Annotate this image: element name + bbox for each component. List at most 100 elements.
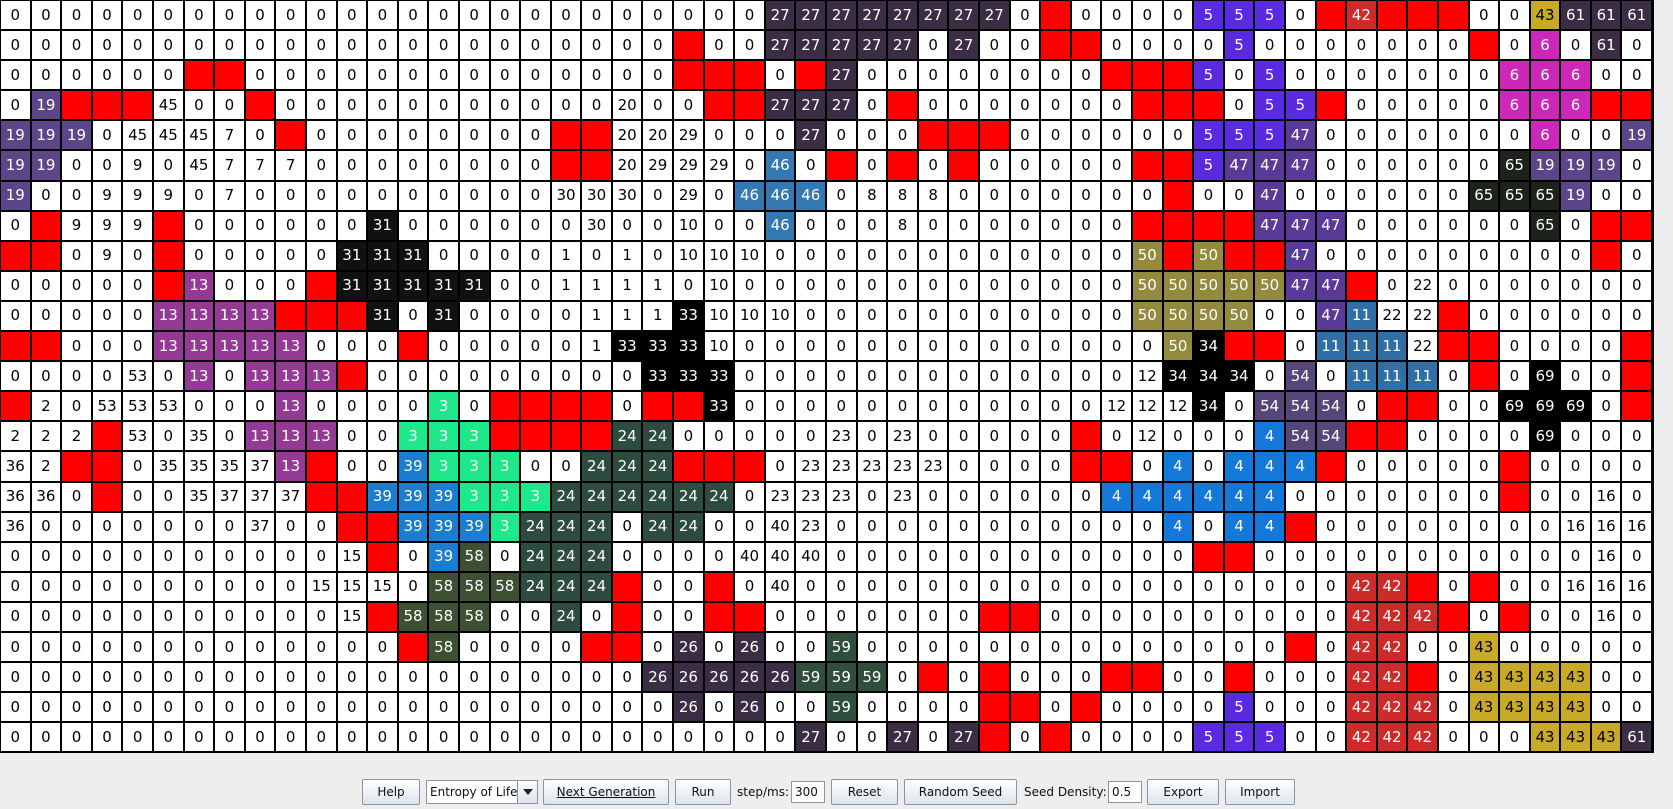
grid-cell[interactable]: 0 (642, 601, 674, 632)
grid-cell[interactable]: 0 (367, 331, 398, 362)
grid-cell[interactable]: 50 (1254, 270, 1285, 301)
grid-cell[interactable]: 0 (1621, 421, 1653, 452)
grid-cell[interactable]: 0 (489, 331, 521, 362)
grid-cell[interactable]: 0 (1499, 421, 1530, 452)
grid-cell[interactable] (1131, 662, 1163, 693)
grid-cell[interactable]: 0 (1437, 90, 1469, 121)
grid-cell[interactable]: 0 (1621, 692, 1653, 723)
grid-cell[interactable]: 0 (826, 270, 857, 301)
grid-cell[interactable]: 7 (214, 180, 245, 211)
grid-cell[interactable]: 39 (428, 541, 459, 572)
grid-cell[interactable]: 0 (1070, 300, 1102, 332)
grid-cell[interactable] (1621, 90, 1653, 121)
grid-cell[interactable]: 0 (91, 270, 123, 301)
grid-cell[interactable]: 0 (489, 30, 521, 61)
grid-cell[interactable]: 13 (275, 391, 306, 422)
grid-cell[interactable] (122, 90, 153, 121)
grid-cell[interactable]: 0 (734, 511, 765, 542)
grid-cell[interactable]: 0 (244, 210, 276, 241)
grid-cell[interactable]: 0 (856, 270, 888, 301)
grid-cell[interactable]: 0 (826, 541, 857, 572)
grid-cell[interactable]: 0 (1101, 0, 1132, 31)
grid-cell[interactable]: 69 (1529, 391, 1561, 422)
grid-cell[interactable]: 0 (1131, 722, 1163, 753)
grid-cell[interactable]: 0 (795, 692, 827, 723)
grid-cell[interactable]: 0 (428, 692, 459, 723)
grid-cell[interactable]: 0 (244, 571, 276, 602)
import-button[interactable]: Import (1225, 779, 1295, 805)
grid-cell[interactable]: 6 (1560, 60, 1591, 91)
grid-cell[interactable] (1254, 240, 1285, 271)
grid-cell[interactable]: 0 (244, 0, 276, 31)
grid-cell[interactable]: 0 (887, 300, 918, 332)
grid-cell[interactable]: 0 (305, 541, 337, 572)
grid-cell[interactable]: 0 (336, 120, 368, 151)
grid-cell[interactable]: 0 (458, 692, 490, 723)
grid-cell[interactable] (887, 90, 918, 121)
grid-cell[interactable] (520, 421, 551, 452)
grid-cell[interactable]: 5 (1193, 60, 1224, 91)
grid-cell[interactable]: 0 (856, 421, 888, 452)
grid-cell[interactable] (1131, 210, 1163, 241)
grid-cell[interactable] (917, 662, 949, 693)
grid-cell[interactable]: 12 (1162, 391, 1194, 422)
grid-cell[interactable]: 0 (979, 511, 1010, 542)
grid-cell[interactable] (214, 60, 245, 91)
grid-cell[interactable]: 0 (520, 60, 551, 91)
grid-cell[interactable]: 0 (122, 631, 153, 663)
grid-cell[interactable]: 0 (152, 421, 184, 452)
grid-cell[interactable]: 9 (91, 210, 123, 241)
grid-cell[interactable]: 0 (1590, 270, 1622, 301)
grid-cell[interactable]: 0 (1529, 240, 1561, 271)
grid-cell[interactable] (1223, 210, 1255, 241)
grid-cell[interactable]: 0 (244, 240, 276, 271)
grid-cell[interactable]: 37 (244, 481, 276, 512)
grid-cell[interactable]: 2 (0, 421, 31, 452)
grid-cell[interactable]: 0 (397, 120, 429, 151)
grid-cell[interactable]: 0 (1437, 150, 1469, 181)
grid-cell[interactable]: 0 (1131, 601, 1163, 632)
grid-cell[interactable]: 0 (581, 240, 612, 271)
grid-cell[interactable] (703, 60, 735, 91)
grid-cell[interactable]: 61 (1590, 0, 1622, 31)
grid-cell[interactable]: 54 (1254, 391, 1285, 422)
grid-cell[interactable] (91, 421, 123, 452)
grid-cell[interactable]: 0 (1009, 331, 1041, 362)
grid-cell[interactable]: 0 (0, 631, 31, 663)
grid-cell[interactable]: 0 (979, 631, 1010, 663)
grid-cell[interactable] (336, 481, 368, 512)
grid-cell[interactable]: 0 (305, 30, 337, 61)
grid-cell[interactable]: 0 (458, 90, 490, 121)
grid-cell[interactable]: 3 (428, 391, 459, 422)
grid-cell[interactable]: 0 (91, 300, 123, 332)
grid-cell[interactable]: 0 (1621, 451, 1653, 482)
grid-cell[interactable] (1346, 270, 1377, 301)
grid-cell[interactable]: 1 (642, 300, 674, 332)
grid-cell[interactable]: 0 (0, 571, 31, 602)
grid-cell[interactable]: 0 (1376, 511, 1408, 542)
grid-cell[interactable]: 0 (122, 481, 153, 512)
grid-cell[interactable]: 35 (152, 451, 184, 482)
grid-cell[interactable]: 0 (1162, 421, 1194, 452)
grid-cell[interactable]: 24 (703, 481, 735, 512)
grid-cell[interactable]: 0 (948, 180, 979, 211)
grid-cell[interactable]: 0 (1009, 541, 1041, 572)
grid-cell[interactable]: 0 (397, 722, 429, 753)
grid-cell[interactable]: 0 (458, 631, 490, 663)
grid-cell[interactable]: 23 (856, 451, 888, 482)
grid-cell[interactable]: 0 (214, 210, 245, 241)
grid-cell[interactable]: 24 (581, 541, 612, 572)
grid-cell[interactable]: 0 (1529, 270, 1561, 301)
grid-cell[interactable]: 0 (305, 180, 337, 211)
grid-cell[interactable]: 0 (336, 722, 368, 753)
grid-cell[interactable] (550, 120, 582, 151)
grid-cell[interactable]: 50 (1193, 270, 1224, 301)
grid-cell[interactable]: 0 (948, 692, 979, 723)
grid-cell[interactable]: 0 (305, 210, 337, 241)
grid-cell[interactable]: 20 (642, 120, 674, 151)
grid-cell[interactable] (1070, 692, 1102, 723)
grid-cell[interactable]: 0 (581, 0, 612, 31)
grid-cell[interactable]: 0 (397, 210, 429, 241)
grid-cell[interactable]: 37 (214, 481, 245, 512)
grid-cell[interactable]: 19 (1590, 150, 1622, 181)
